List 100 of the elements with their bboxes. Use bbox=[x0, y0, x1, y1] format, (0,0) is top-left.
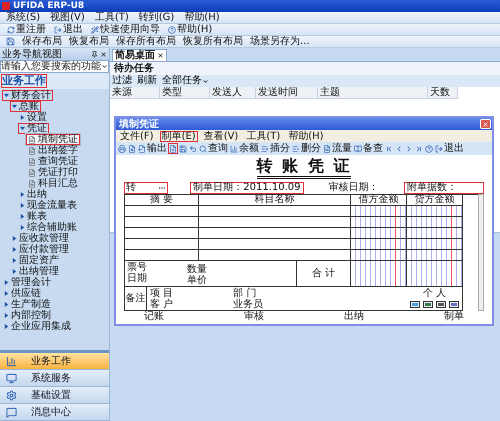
table-cell[interactable] bbox=[199, 228, 351, 239]
menu-item[interactable]: 查看(V) bbox=[202, 130, 240, 142]
amount-cell[interactable] bbox=[351, 206, 407, 217]
tree-item[interactable]: 固定资产 bbox=[10, 255, 61, 266]
column-header[interactable]: 天数 bbox=[428, 87, 458, 98]
tree-item[interactable]: 企业应用集成 bbox=[2, 321, 73, 332]
table-cell[interactable] bbox=[199, 239, 351, 250]
toolbar-button[interactable]: 删分 bbox=[291, 143, 322, 154]
tree-item[interactable]: 应收款管理 bbox=[10, 233, 71, 244]
toolbar-button[interactable]: 退出 bbox=[53, 24, 84, 35]
tree-item[interactable]: 出纳管理 bbox=[10, 266, 61, 277]
column-header[interactable]: 来源 bbox=[110, 87, 160, 98]
toolbar-button[interactable]: 查询 bbox=[198, 143, 229, 154]
tree-item[interactable]: 查询凭证 bbox=[26, 156, 80, 167]
toolbar-button[interactable]: 输出 bbox=[137, 143, 168, 154]
amount-cell[interactable] bbox=[351, 217, 407, 228]
table-cell[interactable] bbox=[199, 250, 351, 261]
menu-item[interactable]: 工具(T) bbox=[244, 130, 282, 142]
action-button[interactable]: 刷新 bbox=[137, 76, 157, 86]
scrollbar[interactable] bbox=[478, 194, 484, 311]
pin-icon[interactable] bbox=[91, 50, 98, 58]
toolbar-button[interactable]: 帮助(H) bbox=[167, 24, 214, 35]
nav-button[interactable]: 基础设置 bbox=[0, 387, 109, 404]
table-cell[interactable] bbox=[199, 206, 351, 217]
monitor-icon bbox=[6, 372, 17, 384]
tree-item[interactable]: 设置 bbox=[18, 112, 49, 123]
tree-item[interactable]: 管理会计 bbox=[2, 277, 53, 288]
menu-item[interactable]: 帮助(H) bbox=[184, 12, 220, 23]
amount-cell[interactable] bbox=[351, 261, 407, 287]
toolbar-button[interactable]: 场景另存为... bbox=[250, 36, 310, 47]
toolbar-button[interactable]: 余额 bbox=[229, 143, 260, 154]
nav-button[interactable]: 系统服务 bbox=[0, 370, 109, 387]
amount-cell[interactable] bbox=[407, 228, 463, 239]
menu-item[interactable]: 系统(S) bbox=[6, 12, 40, 23]
column-header[interactable]: 发送时间 bbox=[256, 87, 318, 98]
toolbar-button[interactable]: 恢复布局 bbox=[69, 36, 109, 47]
amount-cell[interactable] bbox=[407, 206, 463, 217]
toolbar-button[interactable]: 恢复所有布局 bbox=[183, 36, 243, 47]
table-cell[interactable] bbox=[125, 228, 199, 239]
amount-cell[interactable] bbox=[407, 239, 463, 250]
tab[interactable]: 简易桌面 bbox=[112, 49, 167, 61]
table-cell[interactable] bbox=[199, 217, 351, 228]
toolbar-button[interactable]: 备查 bbox=[353, 143, 384, 154]
voucher-type-field[interactable]: 转 bbox=[124, 182, 168, 194]
menu-item[interactable]: 文件(F) bbox=[118, 130, 156, 142]
menu-item[interactable]: 工具(T) bbox=[94, 12, 129, 23]
amount-cell[interactable] bbox=[351, 250, 407, 261]
toolbar-button[interactable] bbox=[127, 143, 137, 154]
tree-item[interactable]: 供应链 bbox=[2, 288, 43, 299]
toolbar-button[interactable]: 重注册 bbox=[6, 24, 47, 35]
nav-button[interactable]: 消息中心 bbox=[0, 404, 109, 421]
toolbar-button[interactable] bbox=[117, 143, 127, 154]
tree-item[interactable]: 生产制造 bbox=[2, 299, 53, 310]
column-header[interactable]: 主题 bbox=[318, 87, 428, 98]
tree-item[interactable]: 现金流量表 bbox=[18, 200, 79, 211]
tree-item[interactable]: 应付款管理 bbox=[10, 244, 71, 255]
tree-item[interactable]: 财务会计 bbox=[2, 90, 53, 101]
action-button[interactable]: 全部任务 bbox=[162, 76, 209, 86]
action-button[interactable]: 过滤 bbox=[112, 76, 132, 86]
nav-button[interactable]: 业务工作 bbox=[0, 353, 109, 370]
table-cell[interactable] bbox=[125, 206, 199, 217]
toolbar-button[interactable]: 保存布局 bbox=[22, 36, 62, 47]
column-header[interactable]: 发送人 bbox=[210, 87, 256, 98]
amount-cell[interactable] bbox=[407, 217, 463, 228]
menu-item[interactable]: 帮助(H) bbox=[286, 130, 326, 142]
tree-item[interactable]: 出纳 bbox=[18, 189, 49, 200]
tree-item[interactable]: 科目汇总 bbox=[26, 178, 80, 189]
toolbar-button[interactable]: 保存所有布局 bbox=[116, 36, 176, 47]
signature-label: 出纳 bbox=[344, 311, 364, 322]
tree-item[interactable]: 总账 bbox=[10, 101, 41, 112]
amount-cell[interactable] bbox=[351, 228, 407, 239]
menu-item[interactable]: 转到(G) bbox=[138, 12, 174, 23]
toolbar-button[interactable]: 插分 bbox=[260, 143, 291, 154]
amount-cell[interactable] bbox=[407, 250, 463, 261]
tree-item[interactable]: 出纳签字 bbox=[26, 145, 80, 156]
toolbar-button[interactable] bbox=[424, 143, 434, 154]
close-button[interactable] bbox=[480, 119, 491, 129]
toolbar-button[interactable]: 退出 bbox=[434, 143, 465, 154]
table-cell[interactable] bbox=[125, 250, 199, 261]
toolbar-button[interactable] bbox=[188, 143, 198, 154]
tree-item[interactable]: 综合辅助账 bbox=[18, 222, 79, 233]
table-cell[interactable] bbox=[125, 239, 199, 250]
column-header[interactable]: 类型 bbox=[160, 87, 210, 98]
toolbar-button[interactable]: 流量 bbox=[322, 143, 353, 154]
tree-item[interactable]: 凭证打印 bbox=[26, 167, 80, 178]
close-icon[interactable] bbox=[157, 52, 164, 59]
tree-item[interactable]: 账表 bbox=[18, 211, 49, 222]
toolbar-button[interactable] bbox=[178, 143, 188, 154]
amount-cell[interactable] bbox=[407, 261, 463, 287]
toolbar-button[interactable]: 快速使用向导 bbox=[90, 24, 161, 35]
tree-item[interactable]: 填制凭证 bbox=[26, 134, 80, 145]
tree-item[interactable]: 内部控制 bbox=[2, 310, 53, 321]
exit-icon bbox=[54, 26, 62, 34]
caret-icon bbox=[20, 115, 25, 120]
menu-item[interactable]: 视图(V) bbox=[50, 12, 85, 23]
toolbar-button[interactable] bbox=[168, 143, 178, 154]
close-icon[interactable] bbox=[100, 50, 107, 58]
search-field[interactable]: 请输入您要搜索的功能 bbox=[0, 60, 109, 73]
amount-cell[interactable] bbox=[351, 239, 407, 250]
table-cell[interactable] bbox=[125, 217, 199, 228]
